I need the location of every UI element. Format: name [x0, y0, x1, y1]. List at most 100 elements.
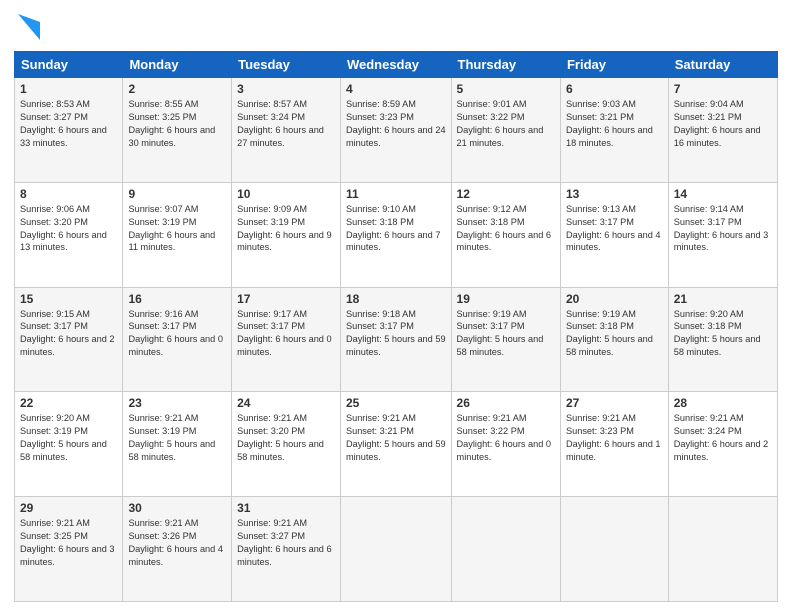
- day-number: 5: [457, 82, 555, 96]
- calendar-cell: 27 Sunrise: 9:21 AMSunset: 3:23 PMDaylig…: [560, 392, 668, 497]
- calendar-cell: 17 Sunrise: 9:17 AMSunset: 3:17 PMDaylig…: [232, 287, 341, 392]
- header-day: Friday: [560, 52, 668, 78]
- calendar-cell: 5 Sunrise: 9:01 AMSunset: 3:22 PMDayligh…: [451, 78, 560, 183]
- logo-icon: [18, 14, 40, 45]
- cell-content: Sunrise: 9:21 AMSunset: 3:25 PMDaylight:…: [20, 517, 117, 569]
- day-number: 7: [674, 82, 772, 96]
- calendar-cell: 1 Sunrise: 8:53 AMSunset: 3:27 PMDayligh…: [15, 78, 123, 183]
- cell-content: Sunrise: 9:19 AMSunset: 3:17 PMDaylight:…: [457, 308, 555, 360]
- day-number: 22: [20, 396, 117, 410]
- cell-content: Sunrise: 9:16 AMSunset: 3:17 PMDaylight:…: [128, 308, 226, 360]
- cell-content: Sunrise: 9:09 AMSunset: 3:19 PMDaylight:…: [237, 203, 335, 255]
- cell-content: Sunrise: 9:21 AMSunset: 3:23 PMDaylight:…: [566, 412, 663, 464]
- calendar-cell: 2 Sunrise: 8:55 AMSunset: 3:25 PMDayligh…: [123, 78, 232, 183]
- cell-content: Sunrise: 8:55 AMSunset: 3:25 PMDaylight:…: [128, 98, 226, 150]
- cell-content: Sunrise: 9:10 AMSunset: 3:18 PMDaylight:…: [346, 203, 446, 255]
- day-number: 20: [566, 292, 663, 306]
- calendar-cell: 15 Sunrise: 9:15 AMSunset: 3:17 PMDaylig…: [15, 287, 123, 392]
- day-number: 27: [566, 396, 663, 410]
- day-number: 14: [674, 187, 772, 201]
- calendar-week: 22 Sunrise: 9:20 AMSunset: 3:19 PMDaylig…: [15, 392, 778, 497]
- cell-content: Sunrise: 9:06 AMSunset: 3:20 PMDaylight:…: [20, 203, 117, 255]
- cell-content: Sunrise: 9:04 AMSunset: 3:21 PMDaylight:…: [674, 98, 772, 150]
- cell-content: Sunrise: 8:59 AMSunset: 3:23 PMDaylight:…: [346, 98, 446, 150]
- day-number: 19: [457, 292, 555, 306]
- calendar-cell: 9 Sunrise: 9:07 AMSunset: 3:19 PMDayligh…: [123, 182, 232, 287]
- cell-content: Sunrise: 9:15 AMSunset: 3:17 PMDaylight:…: [20, 308, 117, 360]
- cell-content: Sunrise: 9:20 AMSunset: 3:18 PMDaylight:…: [674, 308, 772, 360]
- calendar-cell: [668, 497, 777, 602]
- calendar-cell: 24 Sunrise: 9:21 AMSunset: 3:20 PMDaylig…: [232, 392, 341, 497]
- day-number: 25: [346, 396, 446, 410]
- cell-content: Sunrise: 9:20 AMSunset: 3:19 PMDaylight:…: [20, 412, 117, 464]
- cell-content: Sunrise: 9:21 AMSunset: 3:22 PMDaylight:…: [457, 412, 555, 464]
- header-day: Thursday: [451, 52, 560, 78]
- calendar-table: SundayMondayTuesdayWednesdayThursdayFrid…: [14, 51, 778, 602]
- cell-content: Sunrise: 9:21 AMSunset: 3:26 PMDaylight:…: [128, 517, 226, 569]
- header-row: SundayMondayTuesdayWednesdayThursdayFrid…: [15, 52, 778, 78]
- calendar-cell: 18 Sunrise: 9:18 AMSunset: 3:17 PMDaylig…: [340, 287, 451, 392]
- cell-content: Sunrise: 8:53 AMSunset: 3:27 PMDaylight:…: [20, 98, 117, 150]
- day-number: 8: [20, 187, 117, 201]
- calendar-week: 29 Sunrise: 9:21 AMSunset: 3:25 PMDaylig…: [15, 497, 778, 602]
- day-number: 17: [237, 292, 335, 306]
- day-number: 12: [457, 187, 555, 201]
- calendar-cell: 7 Sunrise: 9:04 AMSunset: 3:21 PMDayligh…: [668, 78, 777, 183]
- day-number: 11: [346, 187, 446, 201]
- calendar-cell: 14 Sunrise: 9:14 AMSunset: 3:17 PMDaylig…: [668, 182, 777, 287]
- calendar-cell: 10 Sunrise: 9:09 AMSunset: 3:19 PMDaylig…: [232, 182, 341, 287]
- cell-content: Sunrise: 9:14 AMSunset: 3:17 PMDaylight:…: [674, 203, 772, 255]
- calendar-cell: 20 Sunrise: 9:19 AMSunset: 3:18 PMDaylig…: [560, 287, 668, 392]
- cell-content: Sunrise: 9:21 AMSunset: 3:21 PMDaylight:…: [346, 412, 446, 464]
- calendar-cell: 29 Sunrise: 9:21 AMSunset: 3:25 PMDaylig…: [15, 497, 123, 602]
- cell-content: Sunrise: 9:18 AMSunset: 3:17 PMDaylight:…: [346, 308, 446, 360]
- header-day: Monday: [123, 52, 232, 78]
- calendar-cell: 8 Sunrise: 9:06 AMSunset: 3:20 PMDayligh…: [15, 182, 123, 287]
- cell-content: Sunrise: 9:19 AMSunset: 3:18 PMDaylight:…: [566, 308, 663, 360]
- calendar-cell: 11 Sunrise: 9:10 AMSunset: 3:18 PMDaylig…: [340, 182, 451, 287]
- day-number: 16: [128, 292, 226, 306]
- day-number: 13: [566, 187, 663, 201]
- calendar-cell: [451, 497, 560, 602]
- calendar-cell: 12 Sunrise: 9:12 AMSunset: 3:18 PMDaylig…: [451, 182, 560, 287]
- day-number: 6: [566, 82, 663, 96]
- calendar-cell: 4 Sunrise: 8:59 AMSunset: 3:23 PMDayligh…: [340, 78, 451, 183]
- calendar-cell: 26 Sunrise: 9:21 AMSunset: 3:22 PMDaylig…: [451, 392, 560, 497]
- day-number: 29: [20, 501, 117, 515]
- header-day: Wednesday: [340, 52, 451, 78]
- cell-content: Sunrise: 9:07 AMSunset: 3:19 PMDaylight:…: [128, 203, 226, 255]
- day-number: 21: [674, 292, 772, 306]
- day-number: 18: [346, 292, 446, 306]
- cell-content: Sunrise: 9:21 AMSunset: 3:19 PMDaylight:…: [128, 412, 226, 464]
- day-number: 23: [128, 396, 226, 410]
- cell-content: Sunrise: 9:21 AMSunset: 3:24 PMDaylight:…: [674, 412, 772, 464]
- cell-content: Sunrise: 9:12 AMSunset: 3:18 PMDaylight:…: [457, 203, 555, 255]
- day-number: 31: [237, 501, 335, 515]
- cell-content: Sunrise: 9:13 AMSunset: 3:17 PMDaylight:…: [566, 203, 663, 255]
- calendar-cell: 25 Sunrise: 9:21 AMSunset: 3:21 PMDaylig…: [340, 392, 451, 497]
- calendar-cell: [560, 497, 668, 602]
- day-number: 2: [128, 82, 226, 96]
- day-number: 4: [346, 82, 446, 96]
- cell-content: Sunrise: 9:17 AMSunset: 3:17 PMDaylight:…: [237, 308, 335, 360]
- day-number: 24: [237, 396, 335, 410]
- calendar-cell: 13 Sunrise: 9:13 AMSunset: 3:17 PMDaylig…: [560, 182, 668, 287]
- day-number: 15: [20, 292, 117, 306]
- header: [14, 10, 778, 45]
- calendar-cell: [340, 497, 451, 602]
- cell-content: Sunrise: 8:57 AMSunset: 3:24 PMDaylight:…: [237, 98, 335, 150]
- day-number: 26: [457, 396, 555, 410]
- page: SundayMondayTuesdayWednesdayThursdayFrid…: [0, 0, 792, 612]
- day-number: 1: [20, 82, 117, 96]
- calendar-cell: 31 Sunrise: 9:21 AMSunset: 3:27 PMDaylig…: [232, 497, 341, 602]
- header-day: Tuesday: [232, 52, 341, 78]
- calendar-cell: 3 Sunrise: 8:57 AMSunset: 3:24 PMDayligh…: [232, 78, 341, 183]
- day-number: 3: [237, 82, 335, 96]
- calendar-cell: 23 Sunrise: 9:21 AMSunset: 3:19 PMDaylig…: [123, 392, 232, 497]
- cell-content: Sunrise: 9:21 AMSunset: 3:27 PMDaylight:…: [237, 517, 335, 569]
- day-number: 9: [128, 187, 226, 201]
- calendar-cell: 28 Sunrise: 9:21 AMSunset: 3:24 PMDaylig…: [668, 392, 777, 497]
- calendar-week: 1 Sunrise: 8:53 AMSunset: 3:27 PMDayligh…: [15, 78, 778, 183]
- calendar-cell: 16 Sunrise: 9:16 AMSunset: 3:17 PMDaylig…: [123, 287, 232, 392]
- cell-content: Sunrise: 9:01 AMSunset: 3:22 PMDaylight:…: [457, 98, 555, 150]
